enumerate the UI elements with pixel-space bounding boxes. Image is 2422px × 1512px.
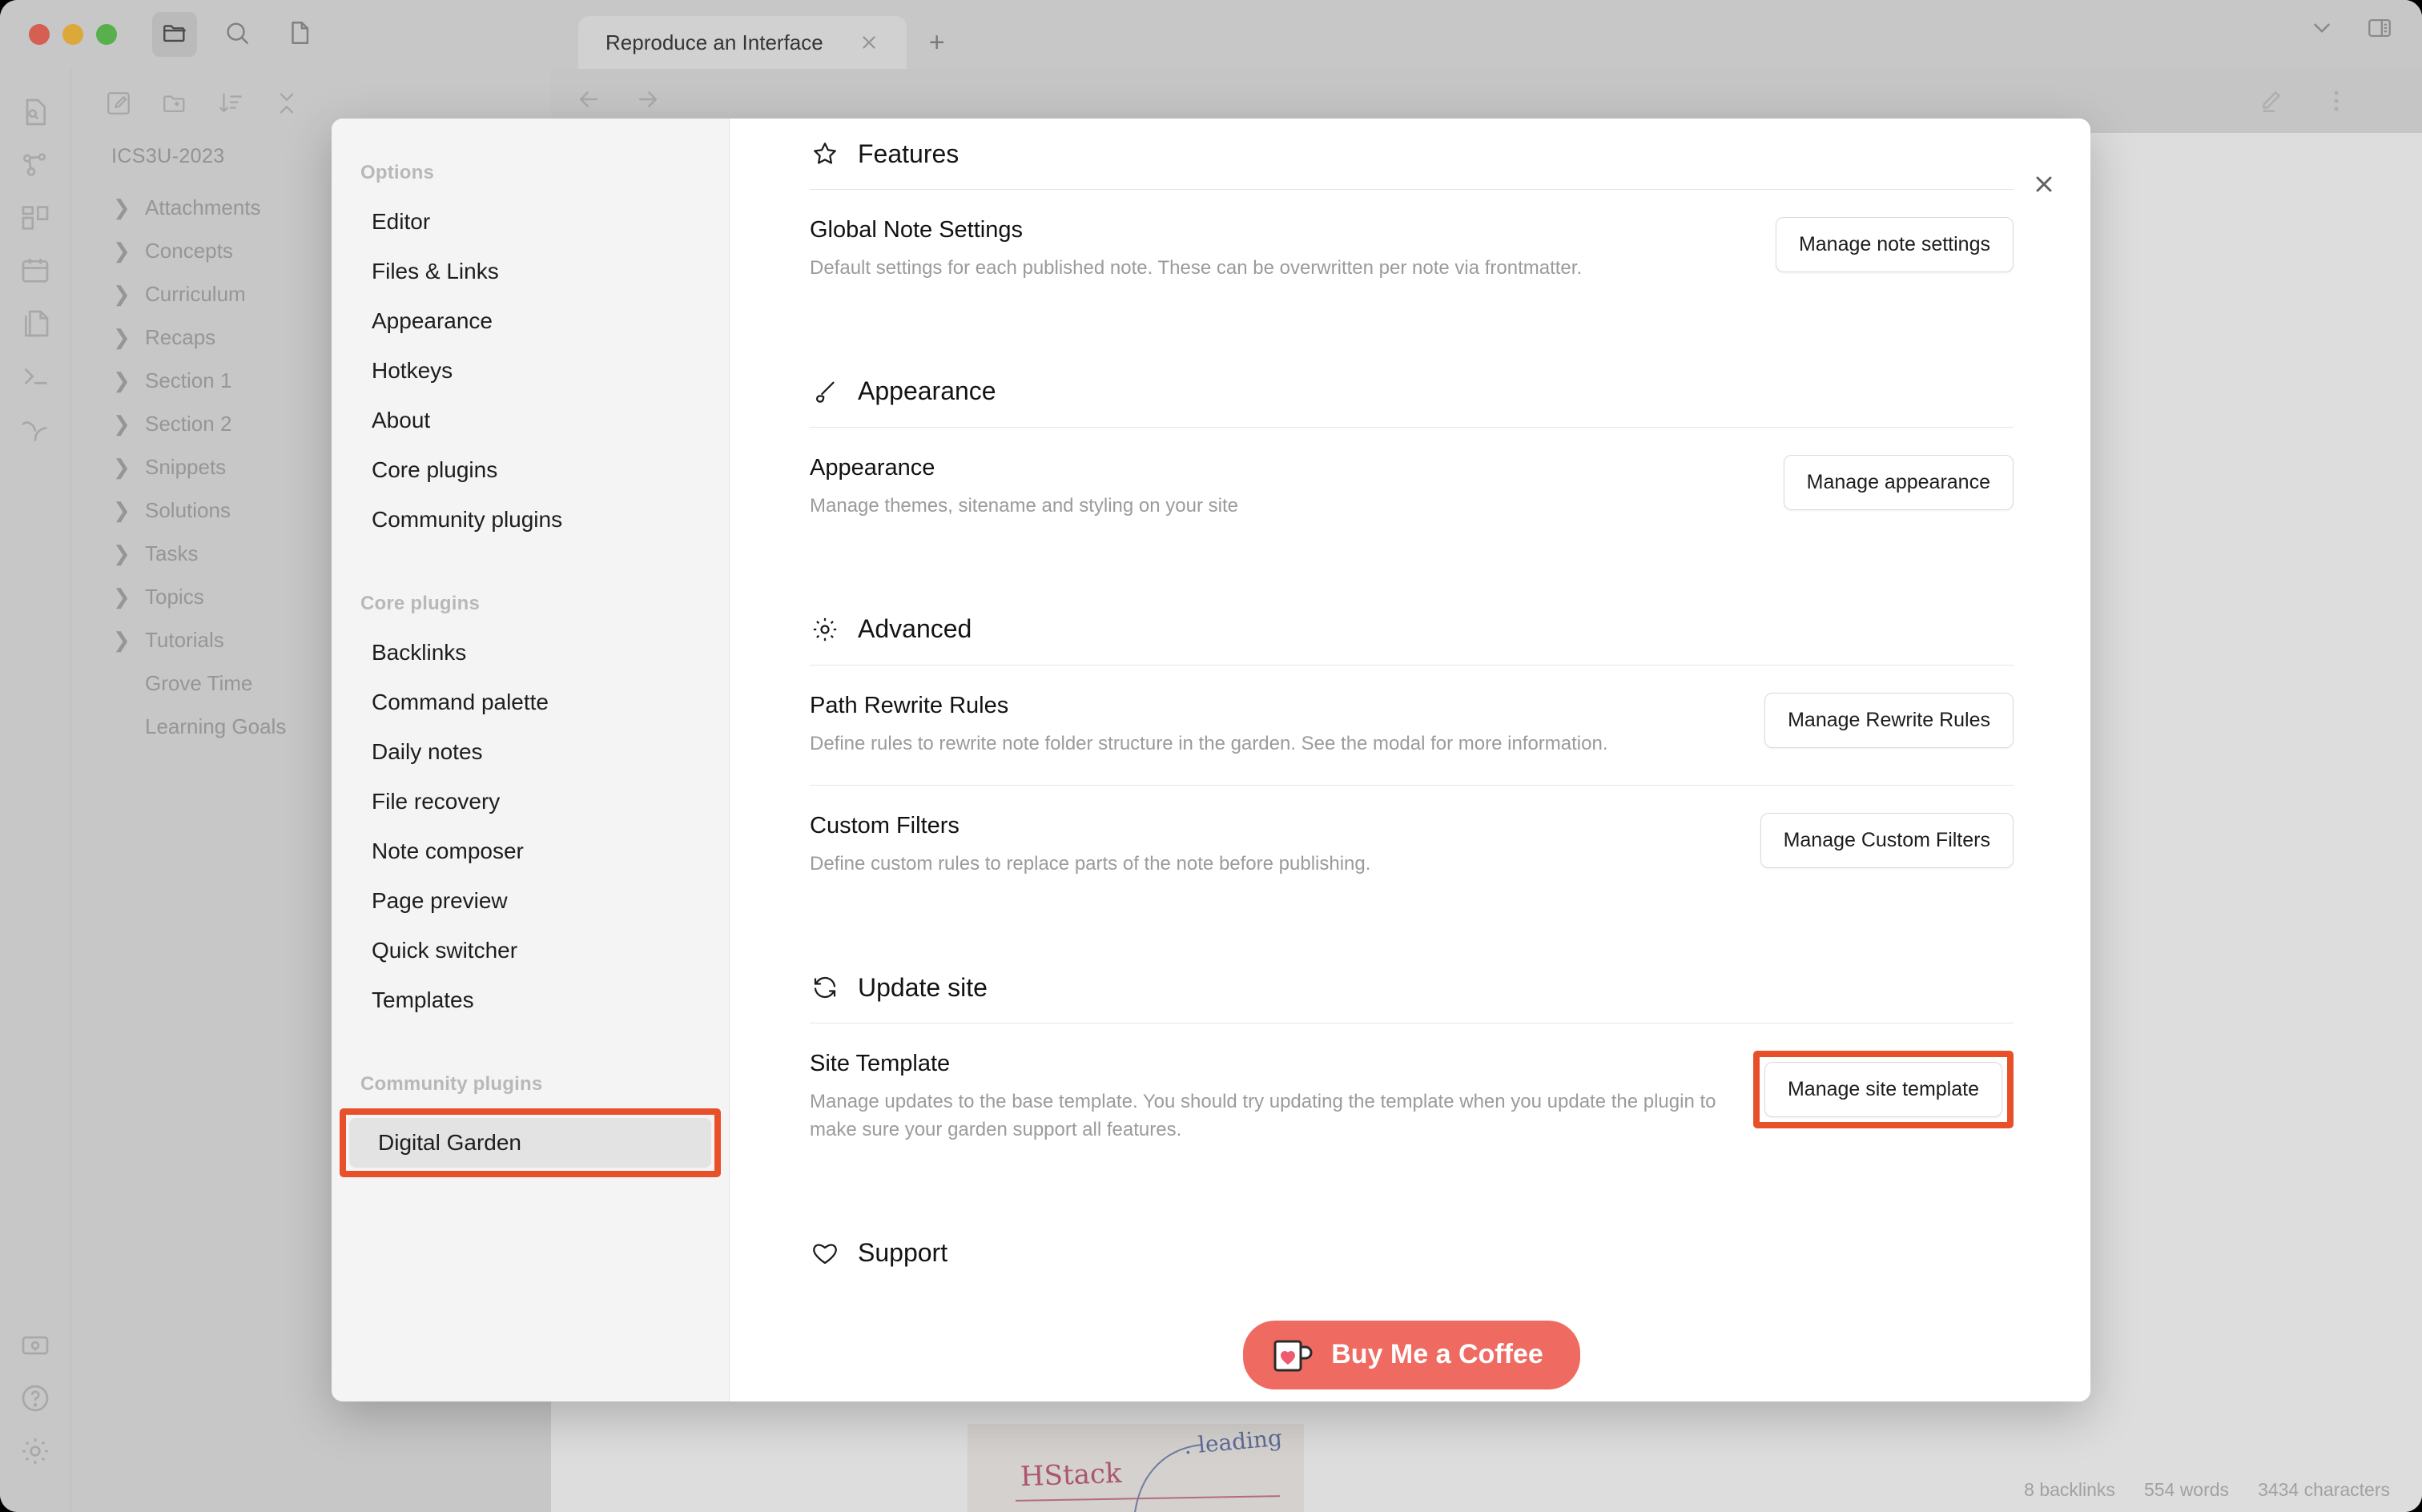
bmc-label: Buy Me a Coffee [1331,1339,1543,1370]
sidebar-heading-community-plugins: Community plugins [360,1073,543,1095]
sidebar-item-templates[interactable]: Templates [343,975,713,1025]
setting-row-global-note-settings: Global Note Settings Default settings fo… [810,189,2014,310]
close-settings-button[interactable] [2026,168,2062,203]
refresh-icon [810,972,840,1003]
setting-name: Global Note Settings [810,217,1023,243]
setting-description: Manage updates to the base template. You… [810,1091,1716,1140]
manage-appearance-button[interactable]: Manage appearance [1783,454,2014,510]
setting-name: Appearance [810,454,935,481]
section-title: Appearance [858,376,996,406]
sidebar-item-files-and-links[interactable]: Files & Links [343,247,713,296]
section-title: Update site [858,972,988,1002]
app-window: Reproduce an Interface + ICS3U-2023 ❯ At… [0,0,2422,1512]
section-header-update-site: Update site [810,952,2014,1023]
sidebar-heading-options: Options [360,162,435,183]
manage-note-settings-button[interactable]: Manage note settings [1775,217,2014,272]
sidebar-item-quick-switcher[interactable]: Quick switcher [343,926,713,975]
section-header-support: Support [810,1218,2014,1289]
sidebar-heading-core-plugins: Core plugins [360,593,481,614]
manage-site-template-highlight-box: Manage site template [1752,1051,2014,1129]
sidebar-item-command-palette[interactable]: Command palette [343,678,713,727]
support-area: Buy Me a Coffee [810,1289,2014,1389]
manage-site-template-button[interactable]: Manage site template [1764,1062,2002,1118]
buy-me-a-coffee-button[interactable]: Buy Me a Coffee [1243,1320,1580,1389]
manage-rewrite-rules-button[interactable]: Manage Rewrite Rules [1764,692,2014,748]
setting-row-custom-filters: Custom Filters Define custom rules to re… [810,785,2014,906]
sidebar-item-appearance[interactable]: Appearance [343,296,713,346]
sidebar-item-digital-garden[interactable]: Digital Garden [349,1118,711,1168]
section-title: Support [858,1238,948,1268]
sidebar-item-about[interactable]: About [343,396,713,445]
section-title: Advanced [858,614,972,644]
digital-garden-highlight-box: Digital Garden [340,1108,721,1177]
setting-description: Default settings for each published note… [810,257,1583,279]
sidebar-item-community-plugins[interactable]: Community plugins [343,495,713,545]
setting-name: Path Rewrite Rules [810,692,1009,718]
sidebar-item-backlinks[interactable]: Backlinks [343,628,713,678]
setting-description: Manage themes, sitename and styling on y… [810,494,1238,517]
heart-icon [810,1238,840,1269]
section-title: Features [858,139,960,168]
settings-sidebar: Options Editor Files & Links Appearance … [332,119,730,1401]
setting-row-path-rewrite-rules: Path Rewrite Rules Define rules to rewri… [810,664,2014,786]
settings-content: Features Global Note Settings Default se… [730,119,2090,1401]
setting-text: Global Note Settings Default settings fo… [810,217,1744,283]
settings-modal: Options Editor Files & Links Appearance … [332,119,2090,1401]
sidebar-item-page-preview[interactable]: Page preview [343,876,713,926]
sidebar-item-hotkeys[interactable]: Hotkeys [343,346,713,396]
close-icon [2031,171,2057,201]
setting-name: Custom Filters [810,813,960,839]
setting-text: Custom Filters Define custom rules to re… [810,813,1728,879]
setting-description: Define custom rules to replace parts of … [810,853,1371,875]
section-header-appearance: Appearance [810,356,2014,427]
setting-description: Define rules to rewrite note folder stru… [810,732,1608,754]
star-icon [810,139,840,169]
sidebar-item-core-plugins[interactable]: Core plugins [343,445,713,495]
gear-icon [810,614,840,645]
setting-text: Site Template Manage updates to the base… [810,1051,1721,1144]
setting-text: Path Rewrite Rules Define rules to rewri… [810,693,1732,758]
section-header-features: Features [810,119,2014,189]
setting-row-site-template: Site Template Manage updates to the base… [810,1023,2014,1172]
sidebar-item-note-composer[interactable]: Note composer [343,826,713,876]
sidebar-item-editor[interactable]: Editor [343,197,713,247]
section-header-advanced: Advanced [810,594,2014,665]
manage-custom-filters-button[interactable]: Manage Custom Filters [1760,813,2014,869]
setting-row-appearance: Appearance Manage themes, sitename and s… [810,426,2014,548]
setting-name: Site Template [810,1051,951,1077]
setting-text: Appearance Manage themes, sitename and s… [810,455,1752,521]
coffee-cup-heart-icon [1273,1337,1315,1373]
sidebar-item-daily-notes[interactable]: Daily notes [343,727,713,777]
brush-icon [810,376,840,407]
sidebar-item-file-recovery[interactable]: File recovery [343,777,713,826]
